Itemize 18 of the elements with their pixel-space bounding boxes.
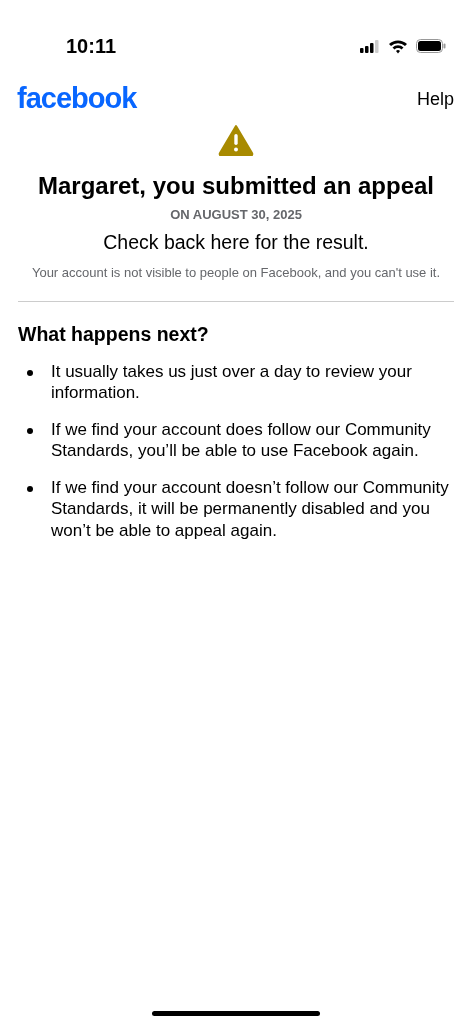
section-heading: What happens next? bbox=[18, 321, 210, 347]
battery-icon bbox=[416, 39, 446, 53]
bullet-icon bbox=[27, 427, 33, 434]
account-notice: Your account is not visible to people on Facebook, and you can't use it. bbox=[30, 263, 442, 281]
status-time: 10:11 bbox=[66, 34, 117, 59]
help-link[interactable]: Help bbox=[416, 85, 454, 113]
bullet-icon bbox=[27, 485, 33, 492]
step-text: If we find your account doesn’t follow our Community Standards, it will be permanently disabled and you won’t be able to appeal again. bbox=[51, 476, 450, 542]
appeal-date: ON AUGUST 30, 2025 bbox=[169, 205, 303, 224]
warning-icon bbox=[218, 124, 254, 156]
logo: facebook bbox=[17, 81, 137, 117]
bullet-icon bbox=[27, 369, 33, 376]
appeal-title: Margaret, you submitted an appeal bbox=[36, 172, 436, 201]
result-message: Check back here for the result. bbox=[102, 230, 370, 256]
step-text: It usually takes us just over a day to review your information. bbox=[51, 360, 413, 404]
wifi-icon bbox=[388, 38, 408, 54]
step-text: If we find your account does follow our Community Standards, you’ll be able to use Facebook again. bbox=[51, 418, 432, 462]
signal-icon bbox=[360, 39, 380, 53]
